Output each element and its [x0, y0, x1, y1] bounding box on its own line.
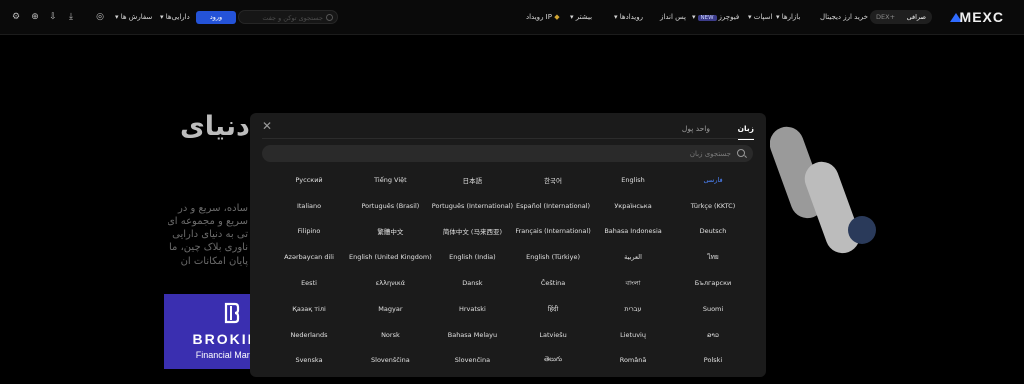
brokify-logo-icon [224, 302, 240, 324]
language-option[interactable]: Eesti [269, 270, 349, 296]
nav-spot[interactable]: ▾ اسپات [748, 13, 772, 21]
language-option[interactable]: తెలుగు [513, 348, 593, 374]
language-option[interactable]: Čeština [513, 270, 593, 296]
language-option[interactable]: Polski [673, 348, 753, 374]
language-option[interactable]: Български [673, 270, 753, 296]
language-option[interactable]: فارسی [673, 167, 753, 193]
nav-markets[interactable]: ▾ بازارها [776, 13, 800, 21]
language-option[interactable]: English [593, 167, 673, 193]
exchange-option-dex[interactable]: DEX+ [876, 13, 895, 21]
hero-text-line: تی به دنیای دارایی [172, 229, 248, 240]
language-option[interactable]: 简体中文 (马来西亚) [432, 219, 513, 245]
language-option[interactable]: Bahasa Melayu [432, 322, 513, 348]
language-option[interactable]: Dansk [432, 270, 513, 296]
language-option[interactable]: العربية [593, 244, 673, 270]
nav-ip-event[interactable]: رویداد IP ◆ [526, 13, 560, 21]
language-option[interactable]: ລາວ [673, 322, 753, 348]
nav-more[interactable]: ▾ بیشتر [570, 13, 592, 21]
language-option[interactable]: Қазақ тілі [269, 296, 349, 322]
language-option[interactable]: Hrvatski [432, 296, 513, 322]
nav-events[interactable]: ▾ رویدادها [614, 13, 643, 21]
hero-decoration-icon [770, 126, 876, 254]
language-option[interactable]: বাংলা [593, 270, 673, 296]
language-option[interactable]: ελληνικά [349, 270, 432, 296]
language-option[interactable]: Azərbaycan dili [269, 244, 349, 270]
language-option[interactable]: Slovenčina [432, 348, 513, 374]
language-option[interactable]: Magyar [349, 296, 432, 322]
hero-text-line: سریع و مجموعه ای [168, 216, 248, 227]
language-option[interactable]: Română [593, 348, 673, 374]
mexc-logo[interactable]: MEXC [960, 9, 1004, 25]
fire-icon: ◆ [554, 13, 560, 21]
chevron-down-icon: ▾ [115, 13, 119, 21]
chevron-down-icon: ▾ [570, 13, 574, 21]
hero-title: دنیای [180, 111, 250, 142]
nav-orders[interactable]: ▾ سفارش ها [115, 13, 152, 21]
language-option[interactable]: Nederlands [269, 322, 349, 348]
language-search[interactable] [262, 145, 753, 162]
language-option[interactable]: Lietuvių [593, 322, 673, 348]
tab-divider [262, 138, 754, 139]
close-icon[interactable]: ✕ [260, 119, 274, 133]
language-option[interactable]: Slovenščina [349, 348, 432, 374]
language-option[interactable]: ไทย [673, 244, 753, 270]
language-option[interactable]: English (India) [432, 244, 513, 270]
top-navigation-bar: MEXC صرافی DEX+ خرید ارز دیجیتال ▾ بازار… [0, 0, 1024, 35]
language-option[interactable]: Filipino [269, 219, 349, 245]
settings-icon[interactable]: ⚙ [11, 12, 21, 22]
download-app-icon[interactable]: ⇩ [48, 12, 58, 22]
tab-language[interactable]: زبان [737, 124, 755, 140]
language-option[interactable]: Українська [593, 193, 673, 219]
language-option[interactable]: Español (International) [513, 193, 593, 219]
language-option[interactable]: Português (Brasil) [349, 193, 432, 219]
globe-icon[interactable]: ⊕ [30, 12, 40, 22]
chevron-down-icon: ▾ [692, 13, 696, 21]
nav-assets[interactable]: ▾ دارایی‌ها [160, 13, 190, 21]
language-option[interactable]: Türkçe (KKTC) [673, 193, 753, 219]
language-option[interactable]: Tiếng Việt [349, 167, 432, 193]
hero-text-line: پایان امکانات آن [180, 256, 248, 267]
language-option[interactable]: हिंदी [513, 296, 593, 322]
language-option[interactable]: עברית [593, 296, 673, 322]
search-icon [737, 149, 745, 157]
language-option[interactable]: Latviešu [513, 322, 593, 348]
chevron-down-icon: ▾ [776, 13, 780, 21]
hero-text-line: ناوری بلاک چین، ما [169, 242, 248, 253]
chevron-down-icon: ▾ [748, 13, 752, 21]
language-modal: ✕ زبان واحد پول فارسیEnglish한국어日本語Tiếng … [250, 113, 766, 377]
nav-savings[interactable]: پس انداز [660, 13, 686, 21]
tab-currency[interactable]: واحد پول [682, 124, 710, 133]
language-option[interactable]: English (Türkiye) [513, 244, 593, 270]
exchange-option-cex[interactable]: صرافی [907, 13, 926, 21]
header-search-input[interactable]: جستجوی توکن و جفت [238, 10, 338, 24]
login-button[interactable]: ورود [196, 11, 236, 24]
language-option[interactable]: Français (International) [513, 219, 593, 245]
chevron-down-icon: ▾ [160, 13, 164, 21]
language-option[interactable]: Suomi [673, 296, 753, 322]
language-option[interactable]: Bahasa Indonesia [593, 219, 673, 245]
language-option[interactable]: Norsk [349, 322, 432, 348]
language-option[interactable]: 日本語 [432, 167, 513, 193]
language-option[interactable]: English (United Kingdom) [349, 244, 432, 270]
language-option[interactable]: Svenska [269, 348, 349, 374]
language-search-input[interactable] [274, 147, 731, 160]
chevron-down-icon: ▾ [614, 13, 618, 21]
language-option[interactable]: 繁體中文 [349, 219, 432, 245]
nav-futures[interactable]: ▾ NEW فیوچرز [692, 13, 739, 21]
user-icon[interactable]: ◎ [95, 12, 105, 22]
search-icon [326, 14, 333, 21]
language-option[interactable]: 한국어 [513, 167, 593, 193]
nav-buy-crypto[interactable]: خرید ارز دیجیتال [820, 13, 868, 21]
exchange-toggle[interactable]: صرافی DEX+ [870, 10, 932, 24]
download-icon[interactable]: ⤓ [66, 12, 76, 22]
language-option[interactable]: Deutsch [673, 219, 753, 245]
language-option[interactable]: Italiano [269, 193, 349, 219]
new-badge: NEW [697, 15, 717, 21]
language-grid: فارسی English 한국어 日本語 Tiếng Việt Русский Türkç… [269, 167, 753, 373]
language-option[interactable]: Português (International) [432, 193, 513, 219]
language-option[interactable]: Русский [269, 167, 349, 193]
hero-text-line: ساده، سریع و در [178, 203, 248, 214]
